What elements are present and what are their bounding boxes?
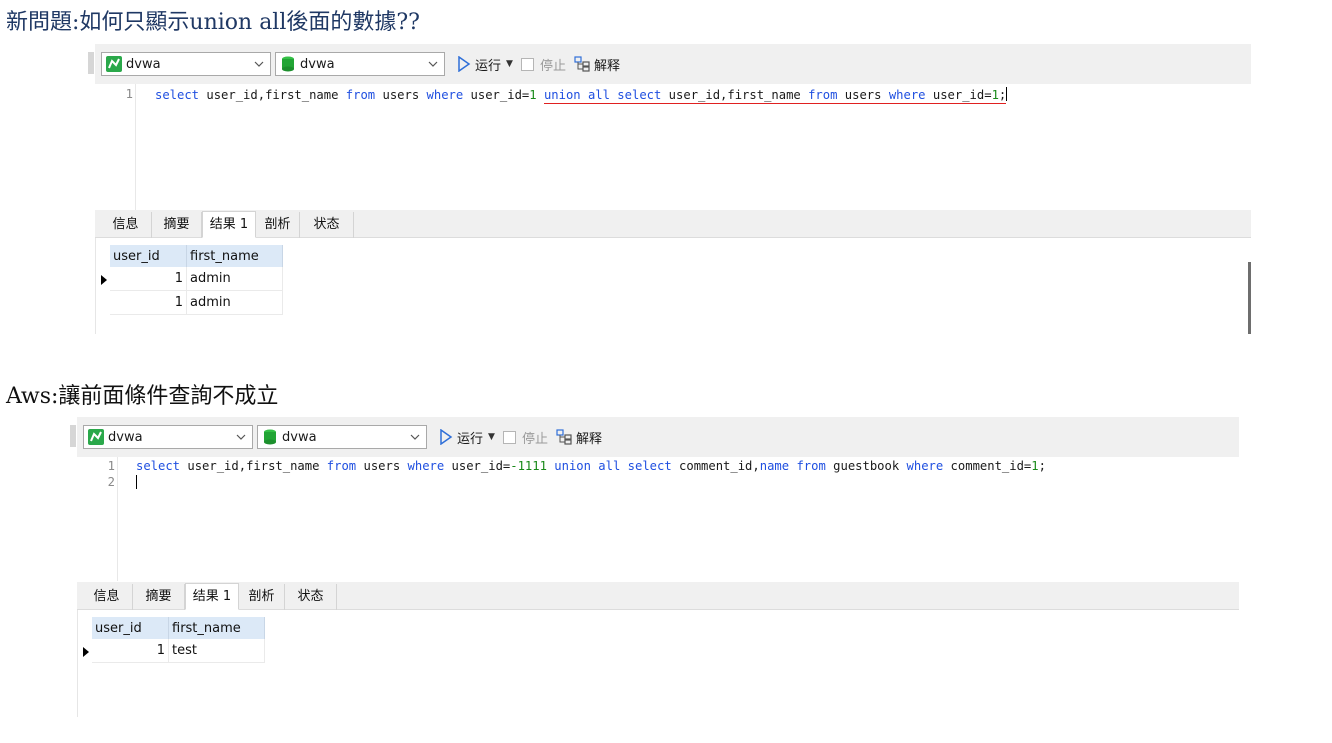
toolbar-grip[interactable] (70, 425, 76, 447)
connection-icon (88, 429, 104, 445)
line-number: 1 (125, 87, 133, 101)
tab-result-1[interactable]: 结果 1 (202, 211, 256, 238)
run-button[interactable]: 运行 ▼ (439, 428, 495, 447)
result-table: user_id first_name 1 test (92, 617, 265, 663)
tab-status[interactable]: 状态 (285, 584, 337, 610)
question-heading: 新問題:如何只顯示union all後面的數據?? (6, 10, 420, 35)
union-highlight: union all select user_id,first_name from… (543, 88, 1007, 104)
connection-select[interactable]: dvwa (83, 425, 253, 449)
stop-icon (502, 430, 516, 444)
table-row[interactable]: 1 admin (110, 267, 283, 291)
database-icon (282, 56, 294, 72)
database-value: dvwa (300, 56, 335, 72)
cell-user-id[interactable]: 1 (110, 267, 187, 291)
run-label: 运行 (457, 431, 484, 447)
explain-label: 解释 (575, 431, 602, 447)
tab-profile[interactable]: 剖析 (239, 584, 285, 610)
explain-button[interactable]: 解释 (574, 55, 620, 74)
tab-result-1[interactable]: 结果 1 (185, 583, 239, 610)
text-caret (136, 475, 137, 489)
connection-value: dvwa (126, 56, 161, 72)
line-number: 1 (107, 459, 115, 473)
column-header-user-id[interactable]: user_id (110, 245, 187, 267)
chevron-down-icon[interactable] (408, 430, 422, 444)
line-gutter: 1 (95, 84, 136, 210)
answer-heading: Aws:讓前面條件查詢不成立 (6, 384, 279, 409)
table-row[interactable]: 1 admin (110, 290, 283, 315)
cell-first-name[interactable]: admin (186, 290, 283, 315)
run-dropdown-icon[interactable]: ▼ (488, 432, 495, 442)
result-tabbar: 信息 摘要 结果 1 剖析 状态 (77, 582, 1239, 610)
chevron-down-icon[interactable] (426, 57, 440, 71)
play-icon (440, 429, 453, 445)
explain-label: 解释 (593, 58, 620, 74)
play-icon (458, 56, 471, 72)
cell-first-name[interactable]: test (168, 639, 265, 663)
connection-value: dvwa (108, 429, 143, 445)
sql-line-1[interactable]: select user_id,first_name from users whe… (136, 459, 1046, 473)
stop-button[interactable]: 停止 (520, 55, 566, 74)
line-number: 2 (107, 475, 115, 489)
tab-summary[interactable]: 摘要 (152, 212, 202, 238)
cell-first-name[interactable]: admin (186, 267, 283, 291)
database-icon (264, 429, 276, 445)
sql-editor[interactable]: 1 2 select user_id,first_name from users… (77, 457, 1239, 581)
result-table: user_id first_name 1 admin 1 admin (110, 245, 283, 315)
tab-info[interactable]: 信息 (100, 212, 152, 238)
result-grid: user_id first_name 1 admin 1 admin (95, 238, 1251, 334)
tab-status[interactable]: 状态 (300, 212, 354, 238)
line-gutter: 1 2 (77, 457, 118, 581)
toolbar-grip[interactable] (88, 52, 94, 74)
tab-profile[interactable]: 剖析 (256, 212, 300, 238)
explain-icon (556, 429, 572, 445)
stop-label: 停止 (539, 58, 566, 74)
query-toolbar: dvwa dvwa 运行 ▼ 停止 解释 (88, 44, 1251, 84)
chevron-down-icon[interactable] (252, 57, 266, 71)
table-row[interactable]: 1 test (92, 639, 265, 663)
row-pointer-icon (83, 647, 89, 657)
run-label: 运行 (475, 58, 502, 74)
result-grid: user_id first_name 1 test (77, 610, 1239, 717)
tab-summary[interactable]: 摘要 (133, 584, 185, 610)
column-header-first-name[interactable]: first_name (186, 245, 283, 267)
text-caret (1006, 87, 1008, 101)
result-tabbar: 信息 摘要 结果 1 剖析 状态 (95, 210, 1251, 238)
query-window-1: dvwa dvwa 运行 ▼ 停止 解释 1 select user_id,fi… (88, 44, 1251, 334)
sql-editor[interactable]: 1 select user_id,first_name from users w… (95, 84, 1251, 210)
query-toolbar: dvwa dvwa 运行 ▼ 停止 解释 (70, 417, 1239, 457)
column-header-user-id[interactable]: user_id (92, 617, 169, 639)
sql-line-2[interactable] (136, 475, 137, 490)
cell-user-id[interactable]: 1 (92, 639, 169, 663)
connection-icon (106, 56, 122, 72)
stop-label: 停止 (521, 431, 548, 447)
stop-button[interactable]: 停止 (502, 428, 548, 447)
stop-icon (520, 57, 534, 71)
column-header-first-name[interactable]: first_name (168, 617, 265, 639)
explain-icon (574, 56, 590, 72)
explain-button[interactable]: 解释 (556, 428, 602, 447)
current-row-indicator (99, 269, 109, 292)
run-dropdown-icon[interactable]: ▼ (506, 59, 513, 69)
current-row-indicator (81, 641, 91, 664)
connection-select[interactable]: dvwa (101, 52, 271, 76)
run-button[interactable]: 运行 ▼ (457, 55, 513, 74)
tab-info[interactable]: 信息 (81, 584, 133, 610)
query-window-2: dvwa dvwa 运行 ▼ 停止 解释 1 2 select user_id,… (70, 417, 1239, 717)
database-value: dvwa (282, 429, 317, 445)
cell-user-id[interactable]: 1 (110, 290, 187, 315)
database-select[interactable]: dvwa (275, 52, 445, 76)
vertical-scrollbar[interactable] (1248, 262, 1251, 334)
sql-line-1[interactable]: select user_id,first_name from users whe… (155, 87, 1008, 104)
database-select[interactable]: dvwa (257, 425, 427, 449)
chevron-down-icon[interactable] (234, 430, 248, 444)
row-pointer-icon (101, 275, 107, 285)
